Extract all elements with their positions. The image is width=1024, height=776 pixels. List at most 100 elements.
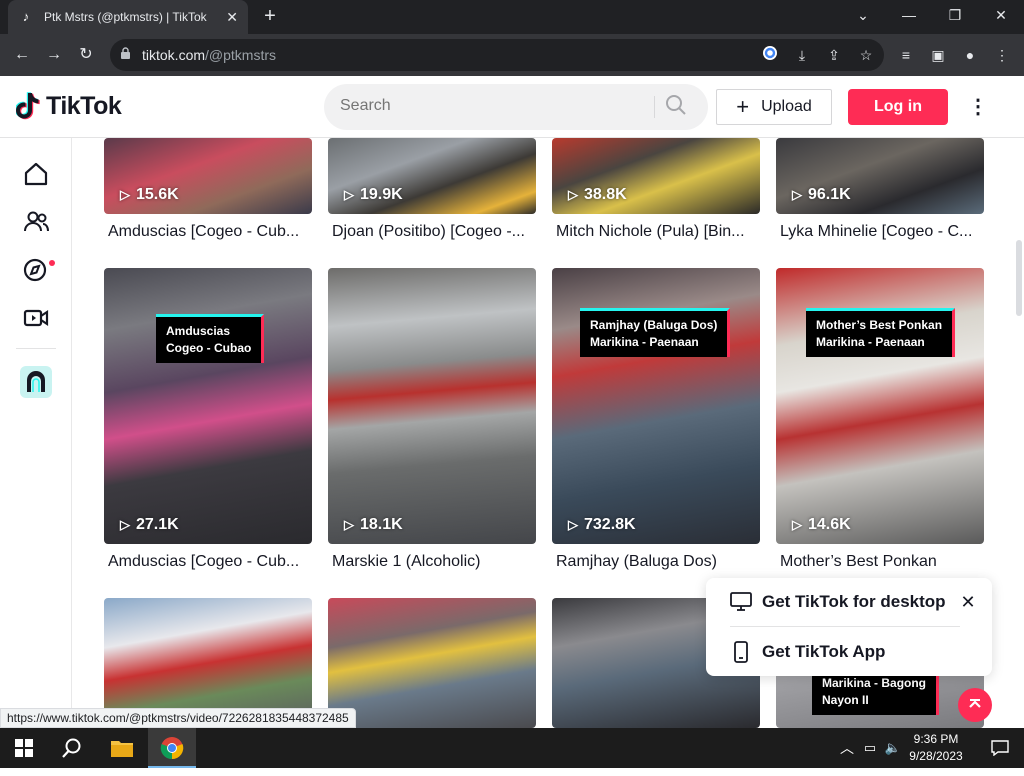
- tiktok-logo[interactable]: TikTok: [16, 91, 122, 121]
- tab-close-icon[interactable]: ✕: [226, 9, 238, 26]
- browser-tab-bar: ♪ Ptk Mstrs (@ptkmstrs) | TikTok ✕ + ⌄ —…: [0, 0, 1024, 34]
- scroll-to-top-button[interactable]: [958, 688, 992, 722]
- side-panel-icon[interactable]: ▣: [926, 43, 950, 67]
- get-app-popup: Get TikTok for desktop ✕ Get TikTok App: [706, 578, 992, 676]
- search-bar: [324, 84, 708, 130]
- play-icon: ▷: [120, 187, 130, 202]
- chrome-taskbar-icon[interactable]: [148, 728, 196, 768]
- install-app-icon[interactable]: ⤓: [792, 45, 812, 65]
- search-icon[interactable]: [664, 93, 694, 121]
- plus-icon: +: [736, 94, 750, 119]
- volume-icon[interactable]: 🔈: [882, 728, 904, 768]
- view-count: ▷ 96.1K: [792, 186, 851, 203]
- home-icon[interactable]: [22, 160, 50, 188]
- video-thumbnail[interactable]: ▷ 15.6K: [104, 138, 312, 214]
- link-status-url: https://www.tiktok.com/@ptkmstrs/video/7…: [0, 708, 356, 728]
- play-icon: ▷: [120, 517, 130, 532]
- more-options-icon[interactable]: ⋮: [968, 93, 988, 121]
- close-window-button[interactable]: ✕: [978, 0, 1024, 30]
- view-count: ▷ 15.6K: [120, 186, 179, 203]
- bookmark-star-icon[interactable]: ☆: [856, 45, 876, 65]
- view-count: ▷ 18.1K: [344, 516, 403, 533]
- tiktok-favicon-icon: ♪: [22, 9, 30, 24]
- tray-chevron-icon[interactable]: ︿: [836, 728, 858, 768]
- notification-center-icon[interactable]: [976, 728, 1024, 768]
- clock-date: 9/28/2023: [909, 749, 963, 763]
- system-clock[interactable]: 9:36 PM 9/28/2023: [904, 731, 968, 765]
- video-thumbnail[interactable]: Amduscias Cogeo - Cubao ▷ 27.1K: [104, 268, 312, 544]
- video-thumbnail[interactable]: ▷ 38.8K: [552, 138, 760, 214]
- video-thumbnail[interactable]: ▷ 96.1K: [776, 138, 984, 214]
- video-thumbnail[interactable]: Ramjhay (Baluga Dos) Marikina - Paenaan …: [552, 268, 760, 544]
- notification-dot: [49, 260, 55, 266]
- login-button[interactable]: Log in: [848, 89, 948, 125]
- view-count: ▷ 19.9K: [344, 186, 403, 203]
- video-overlay-label: Mother’s Best Ponkan Marikina - Paenaan: [806, 308, 956, 357]
- search-input[interactable]: [340, 97, 640, 115]
- play-icon: ▷: [792, 517, 802, 532]
- network-icon[interactable]: ▭: [858, 728, 882, 768]
- view-count: ▷ 38.8K: [568, 186, 627, 203]
- chrome-menu-icon[interactable]: ⋮: [990, 43, 1014, 67]
- new-tab-button[interactable]: +: [258, 4, 282, 28]
- video-caption[interactable]: Marskie 1 (Alcoholic): [332, 553, 536, 571]
- live-icon[interactable]: [22, 304, 50, 332]
- play-icon: ▷: [568, 517, 578, 532]
- share-icon[interactable]: ⇪: [824, 45, 844, 65]
- lock-icon: [120, 47, 134, 61]
- close-icon[interactable]: ✕: [958, 592, 978, 612]
- get-app-label: Get TikTok App: [762, 642, 886, 661]
- upload-button[interactable]: + Upload: [716, 89, 832, 125]
- forward-icon[interactable]: →: [42, 43, 66, 67]
- video-thumbnail[interactable]: Mother’s Best Ponkan Marikina - Paenaan …: [776, 268, 984, 544]
- video-caption[interactable]: Mother’s Best Ponkan: [780, 553, 984, 571]
- view-count: ▷ 732.8K: [568, 516, 636, 533]
- windows-start-icon[interactable]: [0, 728, 48, 768]
- google-icon[interactable]: [760, 45, 780, 65]
- video-caption[interactable]: Ramjhay (Baluga Dos): [556, 553, 760, 571]
- explore-icon[interactable]: [22, 256, 50, 284]
- following-icon[interactable]: [22, 208, 50, 236]
- upload-label: Upload: [761, 98, 812, 115]
- play-icon: ▷: [792, 187, 802, 202]
- profile-avatar[interactable]: [20, 366, 52, 398]
- desktop-icon: [730, 592, 752, 611]
- logo-text: TikTok: [46, 91, 122, 120]
- windows-taskbar: ︿ ▭ 🔈 9:36 PM 9/28/2023: [0, 728, 1024, 768]
- play-icon: ▷: [344, 517, 354, 532]
- page-scrollbar[interactable]: [1016, 240, 1022, 316]
- video-thumbnail[interactable]: ▷ 18.1K: [328, 268, 536, 544]
- video-thumbnail[interactable]: ▷ 19.9K: [328, 138, 536, 214]
- video-thumbnail[interactable]: [328, 598, 536, 728]
- play-icon: ▷: [568, 187, 578, 202]
- restore-button[interactable]: ❐: [932, 0, 978, 30]
- file-explorer-icon[interactable]: [98, 728, 146, 768]
- tab-title: Ptk Mstrs (@ptkmstrs) | TikTok: [44, 10, 207, 24]
- get-app-link[interactable]: Get TikTok App: [730, 632, 885, 672]
- tab-search-icon[interactable]: ⌄: [840, 0, 886, 30]
- video-caption[interactable]: Amduscias [Cogeo - Cub...: [108, 223, 312, 241]
- reload-icon[interactable]: ↻: [74, 43, 98, 67]
- profile-icon[interactable]: ●: [958, 43, 982, 67]
- video-caption[interactable]: Amduscias [Cogeo - Cub...: [108, 553, 312, 571]
- view-count: ▷ 27.1K: [120, 516, 179, 533]
- back-icon[interactable]: ←: [10, 43, 34, 67]
- arrow-up-icon: [969, 699, 981, 708]
- mobile-icon: [734, 641, 748, 663]
- minimize-button[interactable]: —: [886, 0, 932, 30]
- clock-time: 9:36 PM: [913, 732, 959, 746]
- browser-tab[interactable]: ♪ Ptk Mstrs (@ptkmstrs) | TikTok ✕: [8, 0, 248, 34]
- address-bar[interactable]: tiktok.com/@ptkmstrs ⤓ ⇪ ☆: [110, 39, 884, 71]
- video-caption[interactable]: Djoan (Positibo) [Cogeo -...: [332, 223, 536, 241]
- video-caption[interactable]: Lyka Mhinelie [Cogeo - C...: [780, 223, 984, 241]
- browser-toolbar: ← → ↻ tiktok.com/@ptkmstrs ⤓ ⇪ ☆ ≡ ▣ ● ⋮: [0, 34, 1024, 76]
- view-count: ▷ 14.6K: [792, 516, 851, 533]
- tiktok-note-icon: [16, 92, 40, 120]
- video-caption[interactable]: Mitch Nichole (Pula) [Bin...: [556, 223, 760, 241]
- video-overlay-label: Ramjhay (Baluga Dos) Marikina - Paenaan: [580, 308, 731, 357]
- url-text: tiktok.com/@ptkmstrs: [142, 47, 277, 63]
- get-desktop-link[interactable]: Get TikTok for desktop: [730, 582, 946, 622]
- media-control-icon[interactable]: ≡: [894, 43, 918, 67]
- sidebar-divider: [16, 348, 56, 349]
- search-icon[interactable]: [48, 728, 96, 768]
